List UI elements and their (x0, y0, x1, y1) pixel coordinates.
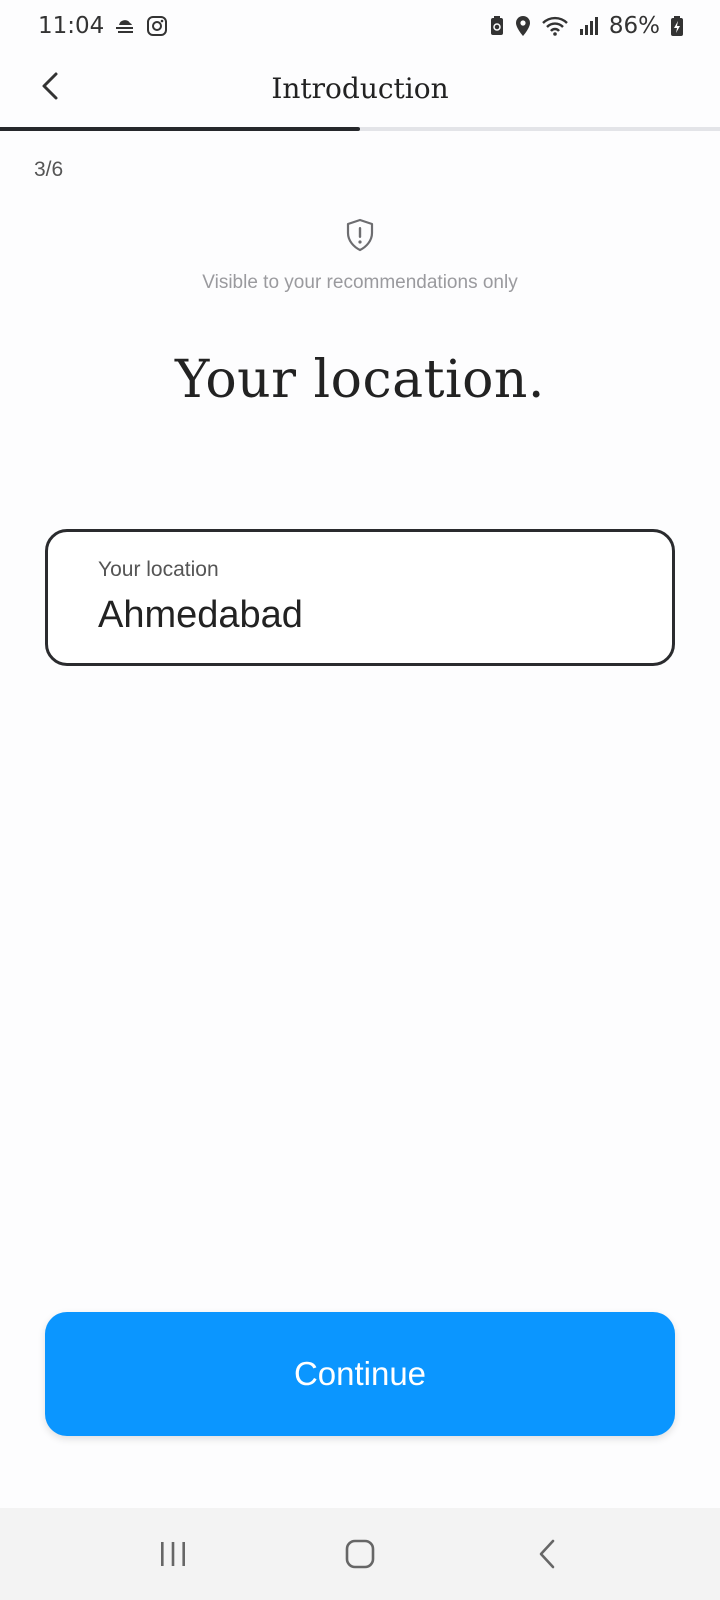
continue-button[interactable]: Continue (45, 1312, 675, 1436)
intro-location-screen: 11:04 86% Introduction 3/6 Visible to yo… (0, 0, 720, 1600)
progress-bar (0, 127, 720, 131)
instagram-icon (146, 15, 168, 37)
battery-saver-icon (489, 15, 505, 37)
signal-icon (579, 16, 599, 36)
system-back-button[interactable] (507, 1514, 587, 1594)
status-right: 86% (489, 13, 684, 39)
status-bar: 11:04 86% (0, 0, 720, 52)
main-heading: Your location. (175, 350, 545, 410)
status-left: 11:04 (38, 13, 168, 39)
battery-percent: 86% (608, 13, 660, 39)
step-counter: 3/6 (34, 158, 64, 181)
location-pin-icon (515, 15, 531, 37)
weather-fog-icon (114, 16, 136, 36)
wifi-icon (541, 15, 569, 37)
home-icon (345, 1539, 375, 1569)
back-icon (539, 1539, 554, 1569)
recent-apps-icon (161, 1542, 186, 1566)
back-button[interactable] (30, 66, 70, 106)
system-nav-bar (0, 1508, 720, 1600)
chevron-left-icon (42, 72, 58, 100)
home-button[interactable] (320, 1514, 400, 1594)
shield-alert-icon (346, 218, 374, 252)
location-field[interactable]: Your location (45, 529, 675, 666)
privacy-note: Visible to your recommendations only (0, 218, 720, 294)
battery-icon (670, 15, 684, 37)
header: Introduction (0, 52, 720, 128)
recent-apps-button[interactable] (133, 1514, 213, 1594)
progress-fill (0, 127, 360, 131)
status-time: 11:04 (38, 13, 105, 39)
privacy-text: Visible to your recommendations only (202, 272, 518, 293)
location-field-label: Your location (98, 558, 219, 581)
page-title: Introduction (271, 71, 449, 105)
location-input[interactable] (98, 594, 618, 637)
